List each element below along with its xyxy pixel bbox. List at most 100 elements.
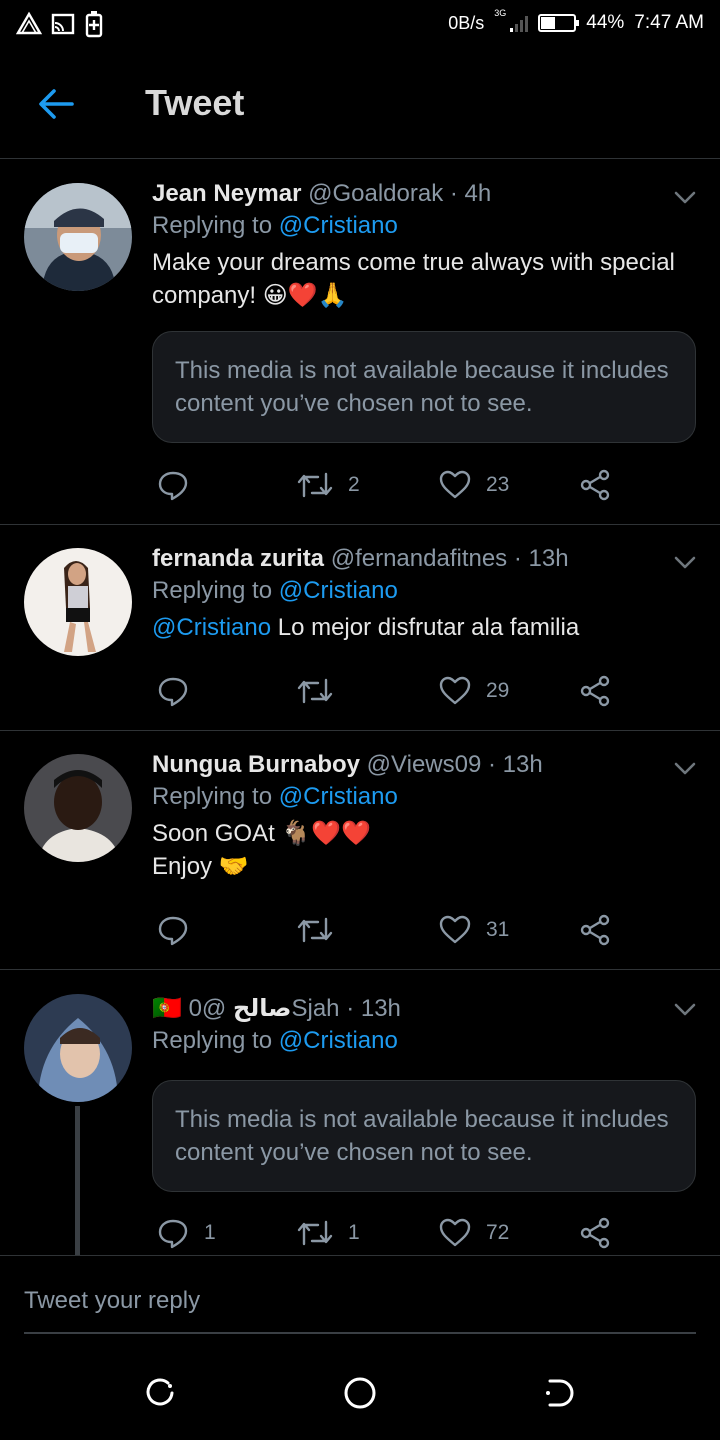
retweet-button[interactable] bbox=[296, 671, 348, 711]
thread-connector-line bbox=[75, 1106, 80, 1256]
warning-triangle-icon bbox=[16, 11, 42, 35]
share-button[interactable] bbox=[578, 1213, 612, 1253]
tweet-actions: 2 23 bbox=[152, 465, 622, 505]
retweet-icon bbox=[297, 678, 333, 704]
handle-time: @fernandafitnes · 13h bbox=[330, 545, 569, 572]
tweet[interactable]: Nungua Burnaboy @Views09 · 13h Replying … bbox=[0, 731, 720, 970]
like-button[interactable]: 31 bbox=[438, 910, 509, 950]
replying-prefix: Replying to bbox=[152, 577, 279, 604]
display-name[interactable]: Jean Neymar bbox=[152, 180, 301, 207]
replying-prefix: Replying to bbox=[152, 783, 279, 810]
retweet-count: 2 bbox=[348, 473, 360, 496]
like-count: 29 bbox=[486, 679, 510, 702]
tweet-text: Enjoy 🤝 bbox=[152, 853, 249, 880]
back-arrow-icon[interactable] bbox=[34, 84, 78, 124]
display-name[interactable]: صالح bbox=[233, 995, 292, 1022]
status-icons-right: 0B/s 3G 44% 7:47 AM bbox=[448, 8, 704, 34]
tweet[interactable]: 🇵🇹 صالح @0Sjah · 13h Replying to @Cristi… bbox=[0, 970, 720, 1256]
reply-composer bbox=[24, 1276, 696, 1334]
network-type: 3G bbox=[494, 8, 507, 18]
mention-link[interactable]: @Cristiano bbox=[279, 1027, 398, 1054]
replying-prefix: Replying to bbox=[152, 1027, 279, 1054]
reply-icon bbox=[158, 471, 188, 501]
like-button[interactable]: 72 bbox=[438, 1213, 509, 1253]
avatar[interactable] bbox=[24, 994, 132, 1102]
tweet-text: @Cristiano Lo mejor disfrutar ala famili… bbox=[152, 611, 696, 644]
retweet-icon bbox=[297, 472, 333, 498]
mention-link[interactable]: @Cristiano bbox=[279, 212, 398, 239]
chevron-down-icon[interactable] bbox=[672, 184, 698, 210]
tweet[interactable]: fernanda zurita @fernandafitnes · 13h Re… bbox=[0, 525, 720, 731]
mention-link[interactable]: @Cristiano bbox=[279, 783, 398, 810]
tweet-body: Jean Neymar @Goaldorak · 4h Replying to … bbox=[152, 178, 696, 312]
system-nav-bar bbox=[0, 1345, 720, 1440]
media-unavailable-notice[interactable]: This media is not available because it i… bbox=[152, 331, 696, 443]
like-count: 72 bbox=[486, 1221, 510, 1244]
share-button[interactable] bbox=[578, 671, 612, 711]
avatar[interactable] bbox=[24, 548, 132, 656]
tweet-body: 🇵🇹 صالح @0Sjah · 13h Replying to @Cristi… bbox=[152, 993, 696, 1061]
tweet-actions: 31 bbox=[152, 910, 622, 950]
display-name[interactable]: fernanda zurita bbox=[152, 545, 324, 572]
share-icon bbox=[580, 675, 610, 707]
share-icon bbox=[580, 1217, 610, 1249]
display-name[interactable]: Nungua Burnaboy bbox=[152, 751, 360, 778]
tweet-text: Make your dreams come true always with s… bbox=[152, 249, 675, 309]
chevron-down-icon[interactable] bbox=[672, 549, 698, 575]
battery-icon bbox=[538, 14, 580, 32]
share-icon bbox=[580, 914, 610, 946]
mention-link[interactable]: @Cristiano bbox=[152, 614, 271, 641]
recent-apps-icon[interactable] bbox=[142, 1375, 178, 1411]
status-bar: 0B/s 3G 44% 7:47 AM bbox=[0, 0, 720, 48]
reply-button[interactable] bbox=[156, 465, 204, 505]
mention-link[interactable]: @Cristiano bbox=[279, 577, 398, 604]
tweet-header: fernanda zurita @fernandafitnes · 13h bbox=[152, 543, 696, 575]
replying-to: Replying to @Cristiano bbox=[152, 1025, 696, 1061]
like-button[interactable]: 29 bbox=[438, 671, 509, 711]
net-speed: 0B/s bbox=[448, 12, 485, 33]
replying-prefix: Replying to bbox=[152, 212, 279, 239]
replying-to: Replying to @Cristiano bbox=[152, 210, 696, 246]
handle-time: @0Sjah · 13h bbox=[188, 995, 401, 1022]
tweet-header: Jean Neymar @Goaldorak · 4h bbox=[152, 178, 696, 210]
tweet-text-content: Lo mejor disfrutar ala familia bbox=[271, 614, 580, 641]
heart-icon bbox=[439, 676, 471, 705]
heart-icon bbox=[439, 915, 471, 944]
retweet-button[interactable]: 2 bbox=[296, 465, 360, 505]
share-icon bbox=[580, 469, 610, 501]
replying-to: Replying to @Cristiano bbox=[152, 575, 696, 611]
like-count: 23 bbox=[486, 473, 510, 496]
like-count: 31 bbox=[486, 918, 510, 941]
share-button[interactable] bbox=[578, 910, 612, 950]
like-button[interactable]: 23 bbox=[438, 465, 509, 505]
retweet-button[interactable]: 1 bbox=[296, 1213, 360, 1253]
handle-time: @Goaldorak · 4h bbox=[308, 180, 492, 207]
top-app-bar: Tweet bbox=[0, 48, 720, 159]
tweet-header: 🇵🇹 صالح @0Sjah · 13h bbox=[152, 993, 696, 1025]
tweet-header: Nungua Burnaboy @Views09 · 13h bbox=[152, 749, 696, 781]
retweet-icon bbox=[297, 917, 333, 943]
retweet-button[interactable] bbox=[296, 910, 348, 950]
reply-icon bbox=[158, 916, 188, 946]
back-nav-icon[interactable] bbox=[542, 1375, 578, 1411]
flag-icon: 🇵🇹 bbox=[152, 995, 182, 1022]
avatar[interactable] bbox=[24, 754, 132, 862]
handle-time: @Views09 · 13h bbox=[366, 751, 543, 778]
chevron-down-icon[interactable] bbox=[672, 755, 698, 781]
cast-icon bbox=[51, 13, 75, 35]
battery-saver-icon bbox=[85, 11, 103, 38]
tweet[interactable]: Jean Neymar @Goaldorak · 4h Replying to … bbox=[0, 160, 720, 525]
status-icons-left bbox=[16, 10, 104, 38]
reply-button[interactable]: 1 bbox=[156, 1213, 216, 1253]
home-circle-icon[interactable] bbox=[342, 1375, 378, 1411]
chevron-down-icon[interactable] bbox=[672, 996, 698, 1022]
reply-input[interactable] bbox=[24, 1276, 696, 1326]
battery-percent: 44% bbox=[586, 12, 625, 33]
reply-icon bbox=[158, 677, 188, 707]
heart-icon bbox=[439, 470, 471, 499]
media-unavailable-notice[interactable]: This media is not available because it i… bbox=[152, 1080, 696, 1192]
reply-button[interactable] bbox=[156, 671, 204, 711]
avatar[interactable] bbox=[24, 183, 132, 291]
reply-button[interactable] bbox=[156, 910, 204, 950]
share-button[interactable] bbox=[578, 465, 612, 505]
